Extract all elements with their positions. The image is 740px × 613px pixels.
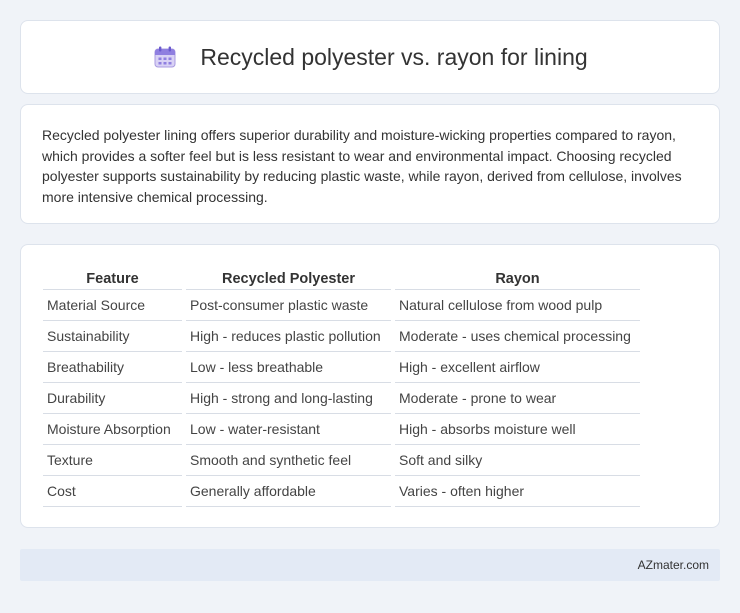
cell-recycled-polyester: Low - water-resistant (186, 414, 391, 445)
table-row: Sustainability High - reduces plastic po… (43, 321, 640, 352)
cell-rayon: High - absorbs moisture well (395, 414, 640, 445)
title-wrap: Recycled polyester vs. rayon for lining (152, 43, 588, 71)
cell-rayon: Moderate - uses chemical processing (395, 321, 640, 352)
cell-recycled-polyester: High - reduces plastic pollution (186, 321, 391, 352)
calendar-icon (152, 44, 178, 70)
table-row: Texture Smooth and synthetic feel Soft a… (43, 445, 640, 476)
cell-feature: Breathability (43, 352, 182, 383)
cell-feature: Material Source (43, 290, 182, 321)
cell-rayon: High - excellent airflow (395, 352, 640, 383)
table-row: Durability High - strong and long-lastin… (43, 383, 640, 414)
cell-feature: Durability (43, 383, 182, 414)
cell-feature: Moisture Absorption (43, 414, 182, 445)
cell-recycled-polyester: Low - less breathable (186, 352, 391, 383)
header-recycled-polyester: Recycled Polyester (186, 266, 391, 290)
description-card: Recycled polyester lining offers superio… (20, 104, 720, 224)
cell-feature: Texture (43, 445, 182, 476)
table-row: Breathability Low - less breathable High… (43, 352, 640, 383)
table-header-row: Feature Recycled Polyester Rayon (43, 266, 640, 290)
cell-recycled-polyester: Post-consumer plastic waste (186, 290, 391, 321)
cell-feature: Cost (43, 476, 182, 507)
header-rayon: Rayon (395, 266, 640, 290)
page-title: Recycled polyester vs. rayon for lining (200, 43, 588, 70)
table-row: Moisture Absorption Low - water-resistan… (43, 414, 640, 445)
footer-bar: AZmater.com (20, 549, 720, 581)
cell-rayon: Natural cellulose from wood pulp (395, 290, 640, 321)
cell-recycled-polyester: High - strong and long-lasting (186, 383, 391, 414)
cell-recycled-polyester: Smooth and synthetic feel (186, 445, 391, 476)
cell-rayon: Varies - often higher (395, 476, 640, 507)
title-card: Recycled polyester vs. rayon for lining (20, 20, 720, 94)
cell-rayon: Soft and silky (395, 445, 640, 476)
comparison-table: Feature Recycled Polyester Rayon Materia… (39, 266, 644, 507)
footer-brand[interactable]: AZmater.com (638, 558, 709, 572)
description-text: Recycled polyester lining offers superio… (42, 127, 682, 205)
cell-recycled-polyester: Generally affordable (186, 476, 391, 507)
table-row: Cost Generally affordable Varies - often… (43, 476, 640, 507)
table-row: Material Source Post-consumer plastic wa… (43, 290, 640, 321)
cell-rayon: Moderate - prone to wear (395, 383, 640, 414)
comparison-table-card: Feature Recycled Polyester Rayon Materia… (20, 244, 720, 528)
header-feature: Feature (43, 266, 182, 290)
cell-feature: Sustainability (43, 321, 182, 352)
